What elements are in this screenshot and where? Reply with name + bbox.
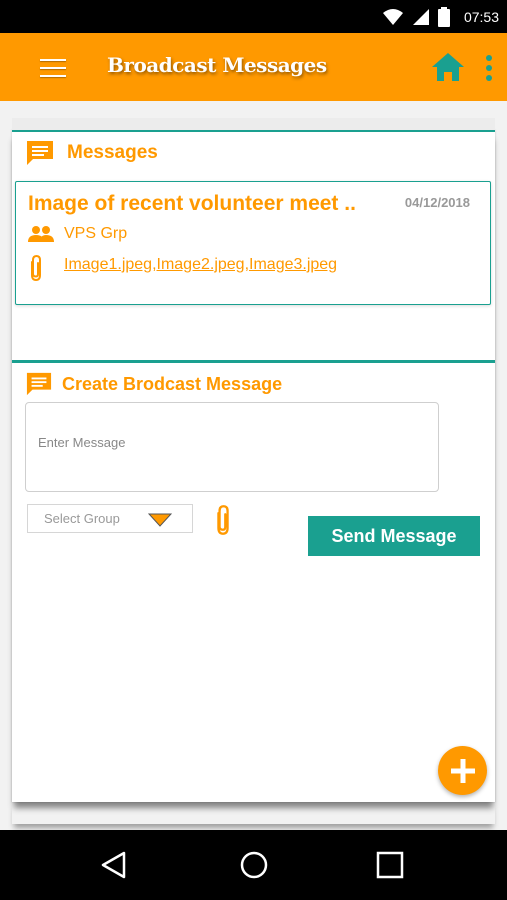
group-icon [28,226,54,242]
back-icon[interactable] [99,850,129,880]
message-date: 04/12/2018 [404,195,470,210]
paperclip-icon [31,254,41,282]
messages-header: Messages [25,139,158,167]
wifi-icon [382,9,403,25]
add-button[interactable] [438,746,487,795]
menu-icon[interactable] [40,59,66,77]
battery-icon [437,7,450,27]
section-divider [12,360,495,363]
messages-heading: Messages [67,142,158,163]
status-icons: 07:53 [382,7,499,27]
add-icon [450,758,475,783]
message-card[interactable]: Image of recent volunteer meet .. 04/12/… [15,181,491,305]
group-select-placeholder: Select Group [44,511,120,526]
group-row: VPS Grp [28,225,127,243]
nav-bar [0,830,507,900]
create-header: Create Brodcast Message [25,371,282,397]
send-message-button[interactable]: Send Message [308,516,480,556]
sheet-shadow [12,802,495,824]
message-icon [27,141,53,165]
message-icon [26,372,52,396]
message-placeholder: Enter Message [38,435,126,450]
home-icon[interactable] [430,51,466,83]
attachment-row: Image1.jpeg,Image2.jpeg,Image3.jpeg [28,254,337,282]
status-bar: 07:53 [0,0,507,33]
app-title: Broadcast Messages [107,53,327,77]
more-vert-icon[interactable] [484,55,494,81]
message-input[interactable]: Enter Message [25,402,439,492]
group-name: VPS Grp [64,225,128,242]
signal-icon [412,9,429,25]
message-title: Image of recent volunteer meet .. [28,192,356,215]
recents-icon[interactable] [375,850,405,880]
attach-icon[interactable] [212,504,234,536]
home-circle-icon[interactable] [239,850,269,880]
group-select[interactable]: Select Group [27,504,193,533]
dropdown-arrow-icon [148,513,172,527]
top-strip [12,118,495,132]
create-heading: Create Brodcast Message [62,373,283,394]
attachment-links[interactable]: Image1.jpeg,Image2.jpeg,Image3.jpeg [64,256,337,274]
status-time: 07:53 [463,9,499,25]
app-bar: Broadcast Messages [0,33,507,101]
